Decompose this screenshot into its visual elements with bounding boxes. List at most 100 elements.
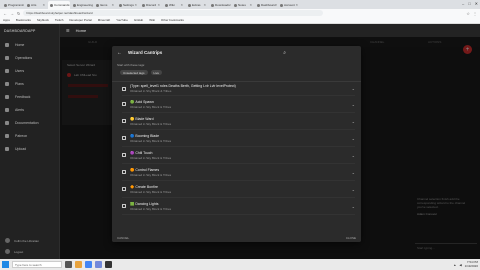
logout-item[interactable]: Logout: [0, 246, 60, 257]
list-item[interactable]: 🟠Control Flames Obtained in Sky Block & T…: [122, 164, 355, 181]
list-item[interactable]: 🔶Create Bonfire Obtained in Sky Block & T…: [122, 181, 355, 198]
chevron-down-icon[interactable]: ⌄: [352, 153, 355, 158]
star-icon[interactable]: ☆: [466, 11, 470, 16]
chip-unselected[interactable]: Unselected tags: [120, 70, 148, 75]
file-explorer-icon[interactable]: [75, 261, 82, 268]
bookmark-item[interactable]: GitHub: [134, 18, 143, 22]
close-tab-icon[interactable]: ✕: [249, 3, 252, 7]
row-checkbox[interactable]: [122, 153, 126, 157]
browser-tab[interactable]: Notes ✕: [232, 1, 254, 9]
close-window-icon[interactable]: ✕: [475, 1, 478, 6]
chevron-down-icon[interactable]: ⌄: [352, 119, 355, 124]
row-title-text: Dancing Lights: [135, 201, 159, 206]
taskbar-search-input[interactable]: Type here to search: [12, 261, 62, 268]
chevron-down-icon[interactable]: ⌄: [352, 136, 355, 141]
close-button[interactable]: CLOSE: [346, 236, 356, 240]
row-subtitle: Obtained in Sky Block & Tribes: [130, 104, 172, 109]
search-icon[interactable]: ⌕: [283, 50, 286, 56]
browser-tab[interactable]: Engineering / Cha... ✕: [71, 1, 93, 9]
bookmark-item[interactable]: Minecraft: [98, 18, 110, 22]
close-tab-icon[interactable]: ✕: [276, 3, 277, 7]
cancel-button[interactable]: CANCEL: [117, 236, 129, 240]
row-checkbox[interactable]: [122, 170, 126, 174]
browser-tab[interactable]: Wiki ✕: [163, 1, 185, 9]
browser-tab[interactable]: Items ✕: [94, 1, 116, 9]
sidebar-item-operations[interactable]: Operations: [0, 51, 59, 64]
list-item[interactable]: 🟢Acid Spawn Obtained in Sky Block & Tribe…: [122, 96, 355, 113]
bookmark-item[interactable]: Wiki: [149, 18, 155, 22]
start-icon[interactable]: [2, 261, 9, 268]
sidebar-item-plans[interactable]: Plans: [0, 77, 59, 90]
patreon-icon: [5, 133, 9, 138]
sidebar-item-upload[interactable]: Upload: [0, 142, 59, 155]
bookmark-item[interactable]: Apps: [3, 18, 10, 22]
sidebar-item-alerts[interactable]: Alerts: [0, 103, 59, 116]
browser-menu-icon[interactable]: ⋮: [473, 11, 477, 16]
chip-live[interactable]: Live: [150, 70, 163, 75]
list-item[interactable]: 🟩Dancing Lights Obtained in Sky Block & T…: [122, 198, 355, 215]
close-tab-icon[interactable]: ✕: [203, 3, 206, 7]
discord-icon[interactable]: [95, 261, 102, 268]
close-tab-icon[interactable]: ✕: [134, 3, 137, 7]
browser-tab[interactable]: Account ✕: [278, 1, 300, 9]
bookmark-item[interactable]: Twitch: [55, 18, 64, 22]
maximize-icon[interactable]: □: [468, 1, 470, 6]
bookmark-item[interactable]: Other bookmarks: [161, 18, 184, 22]
browser-tab[interactable]: Arts ✕: [25, 1, 47, 9]
bookmark-item[interactable]: Skyblock: [37, 18, 49, 22]
close-tab-icon[interactable]: ✕: [111, 3, 114, 7]
row-checkbox[interactable]: [122, 119, 126, 123]
back-arrow-icon[interactable]: ←: [117, 50, 122, 56]
sidebar-item-feedback[interactable]: Feedback: [0, 90, 59, 103]
list-item[interactable]: 🔵Booming Blade Obtained in Sky Block & Tr…: [122, 130, 355, 147]
close-tab-icon[interactable]: ✕: [69, 3, 70, 7]
hamburger-menu-icon[interactable]: ☰: [66, 28, 70, 33]
close-tab-icon[interactable]: ✕: [230, 3, 231, 7]
close-tab-icon[interactable]: ✕: [42, 3, 45, 7]
list-item[interactable]: 🟡Blade Ward Obtained in Sky Block & Tribe…: [122, 113, 355, 130]
back-arrow-icon[interactable]: ←: [3, 11, 7, 16]
favicon-icon: [27, 3, 30, 7]
list-item[interactable]: 🟣Chill Touch Obtained in Sky Block & Trib…: [122, 147, 355, 164]
chevron-down-icon[interactable]: ⌄: [352, 187, 355, 192]
minimize-icon[interactable]: –: [462, 1, 464, 6]
browser-tab[interactable]: Extras ✕: [186, 1, 208, 9]
url-input[interactable]: https://dashboard.skyhelper.net/dashboar…: [23, 10, 324, 16]
chevron-down-icon[interactable]: ⌄: [352, 170, 355, 175]
sidebar-user[interactable]: Collin the Librarian: [0, 235, 60, 246]
sidebar-item-users[interactable]: Users: [0, 64, 59, 77]
volume-icon[interactable]: ◀: [459, 263, 461, 267]
close-tab-icon[interactable]: ✕: [180, 3, 183, 7]
sidebar-item-documentation[interactable]: Documentation: [0, 116, 59, 129]
close-tab-icon[interactable]: ✕: [157, 3, 160, 7]
browser-tab[interactable]: Downloads✕: [209, 1, 231, 9]
row-checkbox[interactable]: [122, 86, 126, 91]
sidebar-item-patreon[interactable]: Patreon: [0, 129, 59, 142]
browser-tab[interactable]: Dashboard ✕: [255, 1, 277, 9]
bookmark-item[interactable]: Bookmarks: [16, 18, 31, 22]
task-view-icon[interactable]: [65, 261, 72, 268]
browser-tab[interactable]: Discord ✕: [140, 1, 162, 9]
row-title-text: Create Bonfire: [135, 184, 158, 189]
chevron-down-icon[interactable]: ⌄: [352, 86, 355, 91]
forward-arrow-icon[interactable]: →: [10, 11, 14, 16]
row-checkbox[interactable]: [122, 136, 126, 140]
bookmark-item[interactable]: YouTube: [116, 18, 128, 22]
close-tab-icon[interactable]: ✕: [295, 3, 298, 7]
row-checkbox[interactable]: [122, 102, 126, 106]
row-checkbox[interactable]: [122, 187, 126, 191]
browser-tab[interactable]: Programming / Skyblock Cla...✕: [2, 1, 24, 9]
sidebar-item-home[interactable]: Home: [0, 38, 59, 51]
chrome-icon[interactable]: [85, 261, 92, 268]
browser-tab[interactable]: Commands✕: [48, 1, 70, 9]
terminal-icon[interactable]: [105, 261, 112, 268]
chevron-down-icon[interactable]: ⌄: [352, 204, 355, 209]
list-item[interactable]: (Type: spell_level1 roles Deaths Berth, …: [122, 82, 355, 96]
browser-tab[interactable]: Settings ✕: [117, 1, 139, 9]
chevron-down-icon[interactable]: ⌄: [352, 102, 355, 107]
network-icon[interactable]: ▲: [453, 263, 456, 267]
window-controls: – □ ✕: [462, 1, 478, 6]
reload-icon[interactable]: ↻: [17, 11, 20, 16]
bookmark-item[interactable]: Developer Portal: [69, 18, 91, 22]
row-checkbox[interactable]: [122, 204, 126, 208]
